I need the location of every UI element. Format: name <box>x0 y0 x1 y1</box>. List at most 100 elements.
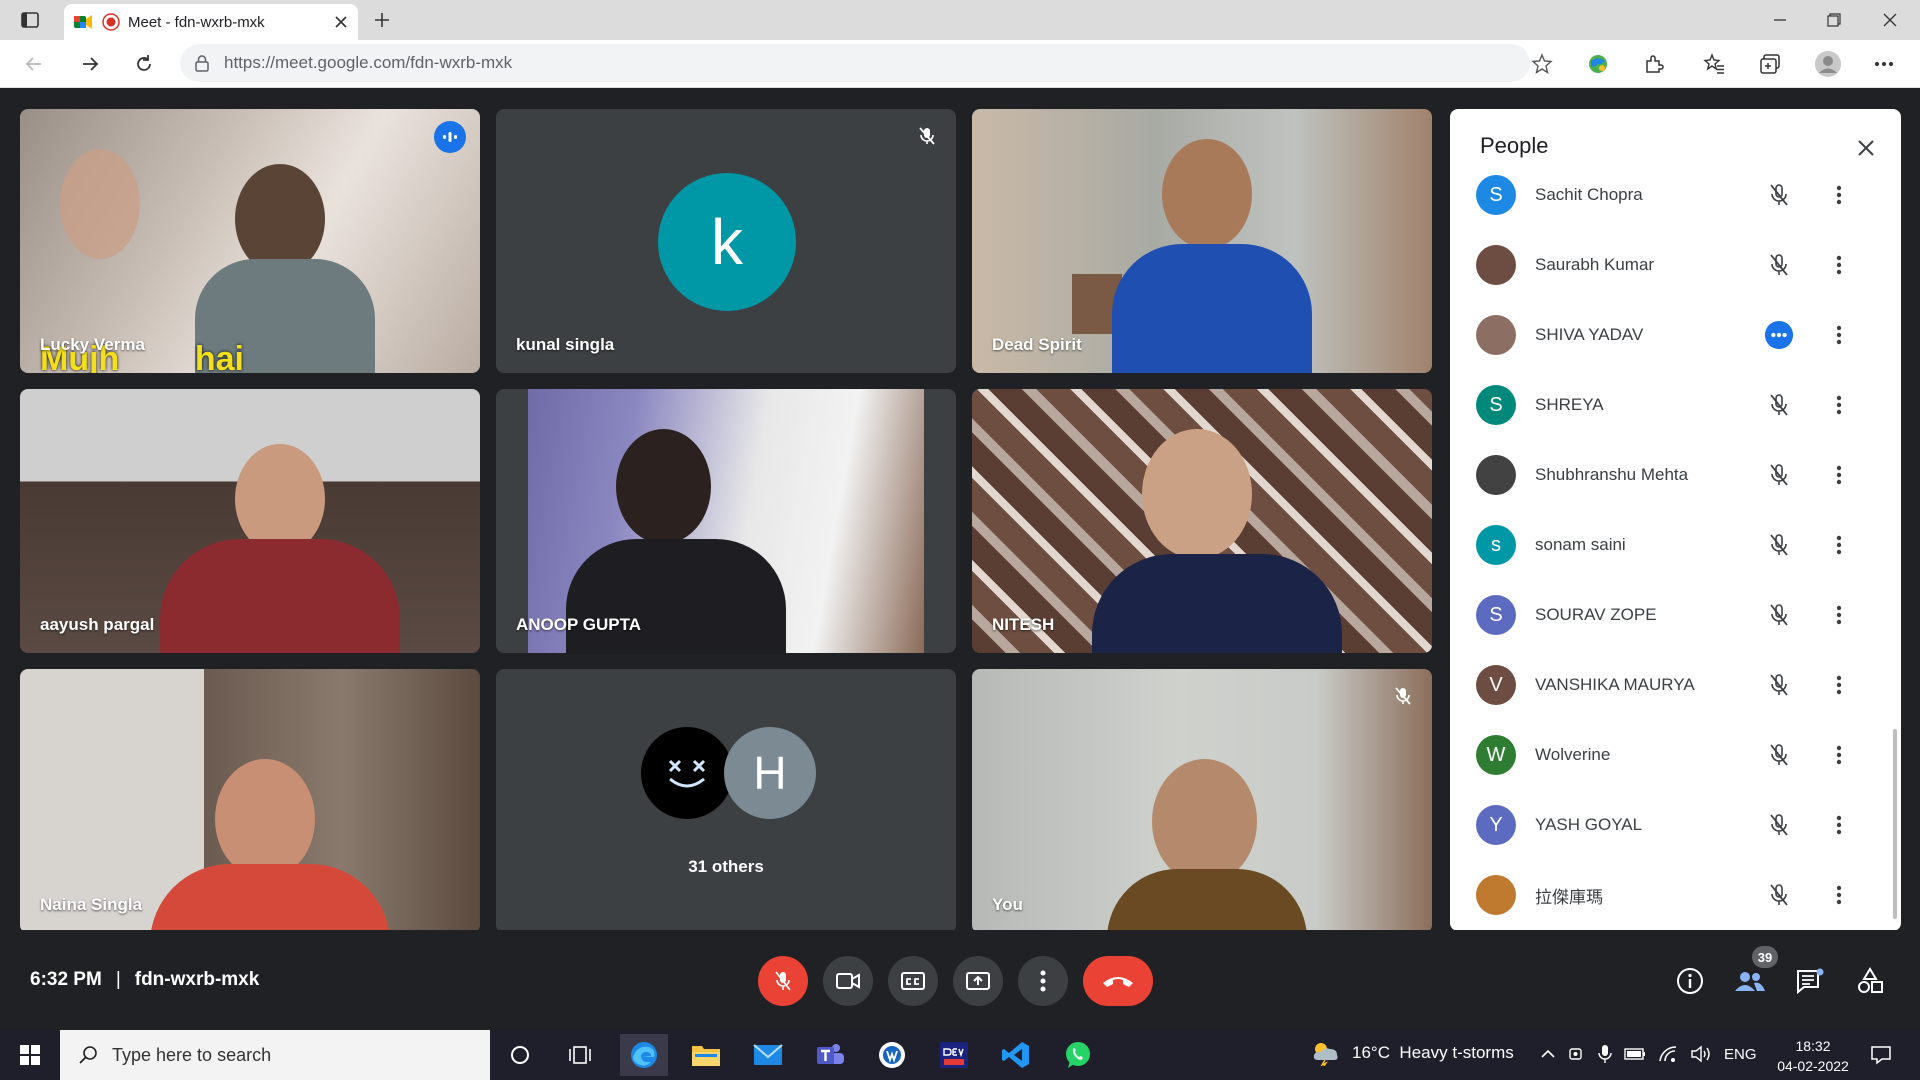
participant-row[interactable]: Saurabh Kumar <box>1450 230 1901 300</box>
more-options-icon[interactable] <box>1824 460 1854 490</box>
back-icon[interactable] <box>14 44 54 84</box>
vscode-icon[interactable] <box>992 1034 1040 1076</box>
wifi-icon[interactable] <box>1658 1045 1678 1063</box>
more-options-button[interactable] <box>1018 956 1068 1006</box>
mic-off-icon <box>1388 681 1418 711</box>
toggle-camera-button[interactable] <box>823 956 873 1006</box>
whatsapp-icon[interactable] <box>1054 1034 1102 1076</box>
notifications-icon[interactable] <box>1866 1040 1896 1070</box>
leave-call-button[interactable] <box>1083 956 1153 1006</box>
participant-avatar: V <box>1476 665 1516 705</box>
weather-widget[interactable]: 16°C Heavy t-storms <box>1310 1040 1514 1066</box>
cortana-icon[interactable] <box>496 1034 544 1076</box>
microphone-tray-icon[interactable] <box>1598 1044 1612 1064</box>
participant-tile[interactable]: NITESH <box>972 389 1432 653</box>
participant-row[interactable]: S SHREYA <box>1450 370 1901 440</box>
participant-row[interactable]: SHIVA YADAV <box>1450 300 1901 370</box>
present-now-button[interactable] <box>953 956 1003 1006</box>
captions-button[interactable] <box>888 956 938 1006</box>
participant-tile[interactable]: Mujh hai Lucky Verma <box>20 109 480 373</box>
participant-name: Saurabh Kumar <box>1535 255 1655 274</box>
more-options-icon[interactable] <box>1824 390 1854 420</box>
extension-globe-icon[interactable] <box>1578 44 1618 84</box>
more-options-icon[interactable] <box>1824 670 1854 700</box>
others-tile[interactable]: H 31 others <box>496 669 956 933</box>
address-bar[interactable]: https://meet.google.com/fdn-wxrb-mxk <box>180 44 1530 82</box>
mic-off-icon <box>1764 250 1794 280</box>
participant-row[interactable]: s sonam saini <box>1450 510 1901 580</box>
forward-icon[interactable] <box>70 44 110 84</box>
collections-icon[interactable] <box>1750 44 1790 84</box>
input-language[interactable]: ENG <box>1724 1046 1757 1063</box>
close-panel-icon[interactable] <box>1853 135 1879 161</box>
app-circle-icon[interactable] <box>868 1034 916 1076</box>
participant-row[interactable]: 拉傑庫瑪 <box>1450 860 1901 930</box>
settings-more-icon[interactable] <box>1864 44 1904 84</box>
more-options-icon[interactable] <box>1824 740 1854 770</box>
refresh-icon[interactable] <box>124 44 164 84</box>
participant-tile[interactable]: Naina Singla <box>20 669 480 933</box>
battery-icon[interactable] <box>1624 1048 1646 1060</box>
more-options-icon[interactable] <box>1824 810 1854 840</box>
teams-icon[interactable] <box>806 1034 854 1076</box>
others-count-label: 31 others <box>688 857 764 876</box>
participant-row[interactable]: Y YASH GOYAL <box>1450 790 1901 860</box>
participant-name: VANSHIKA MAURYA <box>1535 675 1695 694</box>
activities-button[interactable] <box>1850 961 1890 1001</box>
video-person-shape <box>60 149 140 259</box>
chevron-up-icon[interactable] <box>1540 1049 1556 1059</box>
tab-actions-icon[interactable] <box>10 0 50 40</box>
more-options-icon[interactable] <box>1824 320 1854 350</box>
new-tab-icon[interactable] <box>362 0 402 40</box>
participant-name: Sachit Chopra <box>1535 185 1643 204</box>
extensions-icon[interactable] <box>1634 44 1674 84</box>
present-screen-icon <box>966 971 990 991</box>
mic-off-icon <box>1764 460 1794 490</box>
mail-icon[interactable] <box>744 1034 792 1076</box>
more-options-icon[interactable] <box>1824 530 1854 560</box>
more-options-icon[interactable] <box>1824 600 1854 630</box>
panel-scrollbar[interactable] <box>1893 729 1897 919</box>
participant-avatar: S <box>1476 595 1516 635</box>
mic-off-icon <box>773 970 793 992</box>
camera-in-use-tray-icon[interactable] <box>1568 1045 1586 1063</box>
windows-start-icon[interactable] <box>10 1035 50 1075</box>
more-options-icon[interactable] <box>1824 880 1854 910</box>
edge-browser-icon[interactable] <box>620 1034 668 1076</box>
favorites-icon[interactable] <box>1694 44 1734 84</box>
participant-row[interactable]: S SOURAV ZOPE <box>1450 580 1901 650</box>
task-view-icon[interactable] <box>556 1034 604 1076</box>
participant-tile[interactable]: aayush pargal <box>20 389 480 653</box>
taskbar-clock[interactable]: 18:32 04-02-2022 <box>1770 1036 1856 1076</box>
participant-tile[interactable]: k kunal singla <box>496 109 956 373</box>
participant-row[interactable]: S Sachit Chopra <box>1450 160 1901 230</box>
participant-name: YASH GOYAL <box>1535 815 1643 834</box>
minimize-icon[interactable] <box>1760 0 1800 40</box>
file-explorer-icon[interactable] <box>682 1034 730 1076</box>
url-text[interactable]: https://meet.google.com/fdn-wxrb-mxk <box>224 53 512 73</box>
closed-captions-icon <box>901 971 925 991</box>
taskbar-search[interactable]: Type here to search <box>60 1030 490 1080</box>
meeting-details-button[interactable] <box>1670 961 1710 1001</box>
participant-tile[interactable]: Dead Spirit <box>972 109 1432 373</box>
system-tray: ENG <box>1540 1044 1757 1064</box>
participant-row[interactable]: W Wolverine <box>1450 720 1901 790</box>
restore-icon[interactable] <box>1814 0 1854 40</box>
profile-avatar-icon[interactable] <box>1808 44 1848 84</box>
close-tab-icon[interactable] <box>334 15 348 29</box>
participant-tile[interactable]: ANOOP GUPTA <box>496 389 956 653</box>
dev-app-icon[interactable] <box>930 1034 978 1076</box>
browser-tab-meet[interactable]: Meet - fdn-wxrb-mxk <box>64 4 358 40</box>
participant-row[interactable]: V VANSHIKA MAURYA <box>1450 650 1901 720</box>
close-window-icon[interactable] <box>1870 0 1910 40</box>
lock-icon[interactable] <box>194 54 210 72</box>
toggle-mic-button[interactable] <box>758 956 808 1006</box>
more-options-icon[interactable] <box>1824 180 1854 210</box>
volume-icon[interactable] <box>1690 1045 1712 1063</box>
more-options-icon[interactable] <box>1824 250 1854 280</box>
participant-row[interactable]: Shubhranshu Mehta <box>1450 440 1901 510</box>
self-tile[interactable]: You <box>972 669 1432 933</box>
participant-name: SHREYA <box>1535 395 1604 414</box>
chat-button[interactable] <box>1790 961 1830 1001</box>
participant-avatar: s <box>1476 525 1516 565</box>
